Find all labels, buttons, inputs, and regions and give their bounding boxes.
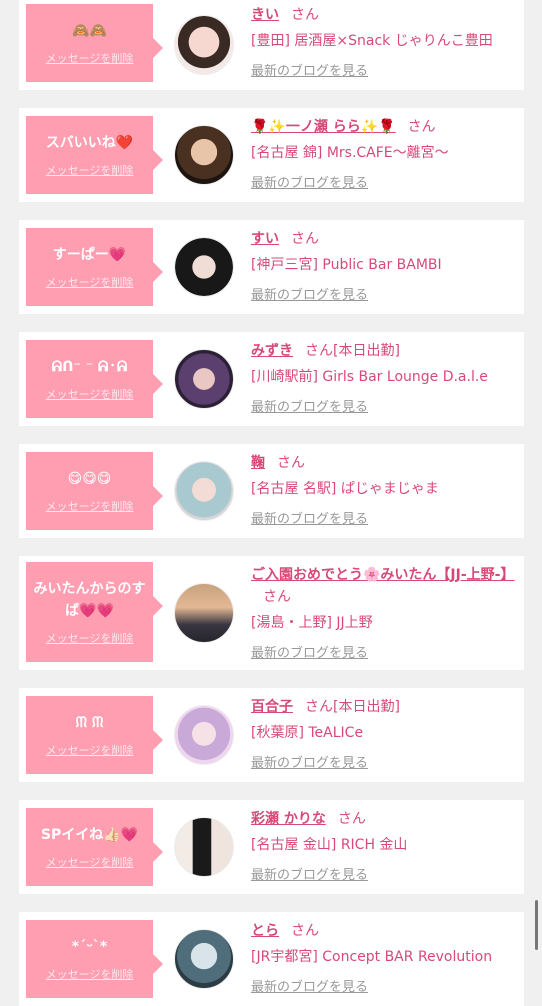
message-card: 😋😋😋 メッセージを削除 鞠さん [名古屋 名駅] ぱじゃまじゃま 最新のブログ… [19, 444, 524, 538]
latest-blog-link[interactable]: 最新のブログを見る [251, 284, 514, 303]
message-bubble: 😋😋😋 メッセージを削除 [26, 452, 163, 530]
message-text: *ˊᵕˋ* [71, 939, 108, 955]
name-suffix: さん[本日出勤] [305, 699, 400, 715]
message-bubble: ᕱᑎ⁻ ⁻ ᕱ᛫ᕱ メッセージを削除 [26, 340, 163, 418]
message-card: SPイイね👍🏻💗 メッセージを削除 彩瀬 かりな さん [名古屋 金山] RICH… [19, 800, 524, 894]
profile-name-link[interactable]: とら [251, 923, 279, 939]
message-bubble: 🙈🙈 メッセージを削除 [26, 4, 163, 82]
message-bubble: みいたんからのすば💗💗 メッセージを削除 [26, 562, 163, 662]
avatar[interactable] [174, 15, 234, 75]
message-text: ᙏ ᙏ [75, 715, 104, 731]
latest-blog-link[interactable]: 最新のブログを見る [251, 642, 514, 661]
shop-link[interactable]: [名古屋 名駅] ぱじゃまじゃま [251, 478, 514, 500]
name-suffix: さん [291, 231, 319, 247]
delete-message-link[interactable]: メッセージを削除 [46, 498, 134, 514]
message-card: みいたんからのすば💗💗 メッセージを削除 ご入園おめでとう🌸みいたん【JJ-上野… [19, 556, 524, 670]
avatar[interactable] [174, 237, 234, 297]
shop-link[interactable]: [名古屋 錦] Mrs.CAFE〜離宮〜 [251, 142, 514, 164]
avatar[interactable] [174, 461, 234, 521]
message-card: *ˊᵕˋ* メッセージを削除 とら さん [JR宇都宮] Concept BAR … [19, 912, 524, 1006]
profile-name-link[interactable]: 鞠 [251, 455, 265, 471]
avatar[interactable] [174, 583, 234, 643]
avatar[interactable] [174, 929, 234, 989]
latest-blog-link[interactable]: 最新のブログを見る [251, 60, 514, 79]
message-card: すーぱー💗 メッセージを削除 すい さん [神戸三宮] Public Bar BA… [19, 220, 524, 314]
profile-name-link[interactable]: ご入園おめでとう🌸みいたん【JJ-上野-】 [251, 567, 514, 583]
latest-blog-link[interactable]: 最新のブログを見る [251, 976, 514, 995]
delete-message-link[interactable]: メッセージを削除 [46, 966, 134, 982]
profile-name-link[interactable]: 🌹✨一ノ瀬 らら✨🌹 [251, 119, 396, 135]
avatar[interactable] [174, 817, 234, 877]
shop-link[interactable]: [豊田] 居酒屋×Snack じゃりんこ豊田 [251, 30, 514, 52]
latest-blog-link[interactable]: 最新のブログを見る [251, 396, 514, 415]
name-suffix: さん [337, 811, 366, 827]
latest-blog-link[interactable]: 最新のブログを見る [251, 864, 514, 883]
shop-link[interactable]: [秋葉原] TeALICe [251, 722, 514, 744]
scrollbar[interactable] [535, 900, 538, 950]
message-bubble: スバいいね❤️ メッセージを削除 [26, 116, 163, 194]
delete-message-link[interactable]: メッセージを削除 [46, 386, 134, 402]
message-text: すーぱー💗 [52, 247, 127, 263]
message-text: スバいいね❤️ [45, 135, 134, 151]
profile-name-link[interactable]: きい [251, 7, 279, 23]
shop-link[interactable]: [湯島・上野] JJ上野 [251, 612, 514, 634]
message-bubble: ᙏ ᙏ メッセージを削除 [26, 696, 163, 774]
latest-blog-link[interactable]: 最新のブログを見る [251, 752, 514, 771]
delete-message-link[interactable]: メッセージを削除 [46, 50, 134, 66]
name-suffix: さん [277, 455, 305, 471]
profile-name-link[interactable]: すい [251, 231, 279, 247]
delete-message-link[interactable]: メッセージを削除 [46, 742, 134, 758]
name-suffix: さん [407, 119, 436, 135]
delete-message-link[interactable]: メッセージを削除 [46, 162, 134, 178]
avatar[interactable] [174, 705, 234, 765]
shop-link[interactable]: [名古屋 金山] RICH 金山 [251, 834, 514, 856]
name-suffix: さん [263, 589, 291, 605]
message-card: ᙏ ᙏ メッセージを削除 百合子 さん[本日出勤] [秋葉原] TeALICe 最… [19, 688, 524, 782]
message-bubble: SPイイね👍🏻💗 メッセージを削除 [26, 808, 163, 886]
delete-message-link[interactable]: メッセージを削除 [46, 630, 134, 646]
message-text: 😋😋😋 [67, 471, 112, 487]
name-suffix: さん [291, 7, 319, 23]
avatar[interactable] [174, 349, 234, 409]
avatar[interactable] [174, 125, 234, 185]
message-text: ᕱᑎ⁻ ⁻ ᕱ᛫ᕱ [51, 359, 128, 375]
shop-link[interactable]: [神戸三宮] Public Bar BAMBI [251, 254, 514, 276]
message-bubble: すーぱー💗 メッセージを削除 [26, 228, 163, 306]
profile-name-link[interactable]: みずき [251, 343, 293, 359]
latest-blog-link[interactable]: 最新のブログを見る [251, 172, 514, 191]
shop-link[interactable]: [川崎駅前] Girls Bar Lounge D.a.l.e [251, 366, 514, 388]
profile-name-link[interactable]: 彩瀬 かりな [251, 811, 326, 827]
delete-message-link[interactable]: メッセージを削除 [46, 274, 134, 290]
message-card: 🙈🙈 メッセージを削除 きい さん [豊田] 居酒屋×Snack じゃりんこ豊田 … [19, 0, 524, 90]
message-text: 🙈🙈 [72, 23, 107, 39]
profile-name-link[interactable]: 百合子 [251, 699, 293, 715]
latest-blog-link[interactable]: 最新のブログを見る [251, 508, 514, 527]
name-suffix: さん[本日出勤] [305, 343, 400, 359]
message-text: SPイイね👍🏻💗 [40, 827, 139, 843]
delete-message-link[interactable]: メッセージを削除 [46, 854, 134, 870]
message-bubble: *ˊᵕˋ* メッセージを削除 [26, 920, 163, 998]
shop-link[interactable]: [JR宇都宮] Concept BAR Revolution [251, 946, 514, 968]
name-suffix: さん [291, 923, 319, 939]
message-text: みいたんからのすば💗💗 [33, 581, 146, 619]
message-card: ᕱᑎ⁻ ⁻ ᕱ᛫ᕱ メッセージを削除 みずき さん[本日出勤] [川崎駅前] Gi… [19, 332, 524, 426]
message-card: スバいいね❤️ メッセージを削除 🌹✨一ノ瀬 らら✨🌹 さん [名古屋 錦] Mr… [19, 108, 524, 202]
